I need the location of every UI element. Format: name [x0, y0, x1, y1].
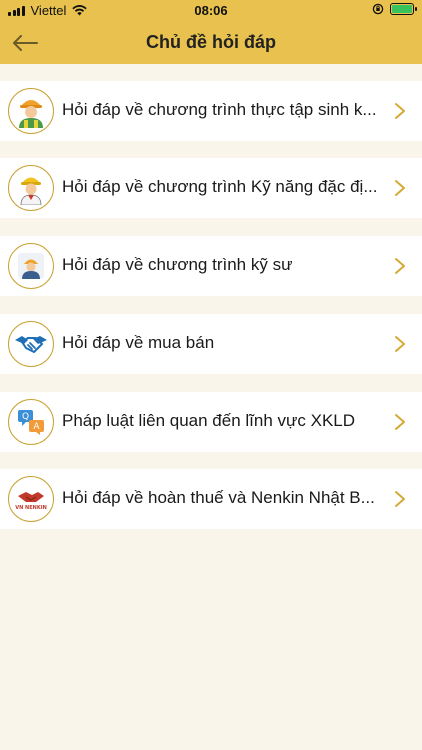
topic-label: Hỏi đáp về chương trình Kỹ năng đặc đị..… [62, 177, 378, 196]
topic-row-intern[interactable]: Hỏi đáp về chương trình thực tập sinh k.… [0, 81, 422, 141]
topic-label: Hỏi đáp về chương trình kỹ sư [62, 255, 293, 274]
status-right [372, 3, 417, 15]
svg-text:Q: Q [22, 412, 29, 422]
topic-row-trade[interactable]: Hỏi đáp về mua bán [0, 314, 422, 374]
chevron-right-icon [395, 336, 405, 352]
worker-yellow-helmet-icon [8, 165, 54, 211]
topic-label: Pháp luật liên quan đến lĩnh vực XKLD [62, 411, 356, 430]
svg-text:A: A [33, 422, 40, 432]
clock: 08:06 [194, 3, 228, 18]
battery-icon [390, 3, 417, 15]
chevron-right-icon [395, 180, 405, 196]
chevron-right-icon [395, 491, 405, 507]
status-bar: Viettel 08:06 [0, 0, 422, 22]
worker-green-vest-icon [8, 88, 54, 134]
nav-bar: Chủ đề hỏi đáp [0, 22, 422, 64]
topic-label: Hỏi đáp về hoàn thuế và Nenkin Nhật B... [62, 488, 375, 507]
chevron-right-icon [395, 258, 405, 274]
chevron-right-icon [395, 103, 405, 119]
topic-label: Hỏi đáp về mua bán [62, 333, 215, 352]
topic-row-skills[interactable]: Hỏi đáp về chương trình Kỹ năng đặc đị..… [0, 158, 422, 218]
engineer-icon [8, 243, 54, 289]
qa-chat-icon: Q A [8, 399, 54, 445]
vn-nenkin-logo-icon: VN NENKIN [8, 476, 54, 522]
orientation-lock-icon [372, 3, 384, 15]
chevron-right-icon [395, 414, 405, 430]
topic-row-engineer[interactable]: Hỏi đáp về chương trình kỹ sư [0, 236, 422, 296]
handshake-icon [8, 321, 54, 367]
svg-text:VN NENKIN: VN NENKIN [15, 505, 47, 511]
topic-label: Hỏi đáp về chương trình thực tập sinh k.… [62, 100, 377, 119]
page-title: Chủ đề hỏi đáp [146, 32, 276, 52]
topic-row-law[interactable]: Q A Pháp luật liên quan đến lĩnh vực XKL… [0, 392, 422, 452]
topic-row-nenkin[interactable]: VN NENKIN Hỏi đáp về hoàn thuế và Nenkin… [0, 469, 422, 529]
